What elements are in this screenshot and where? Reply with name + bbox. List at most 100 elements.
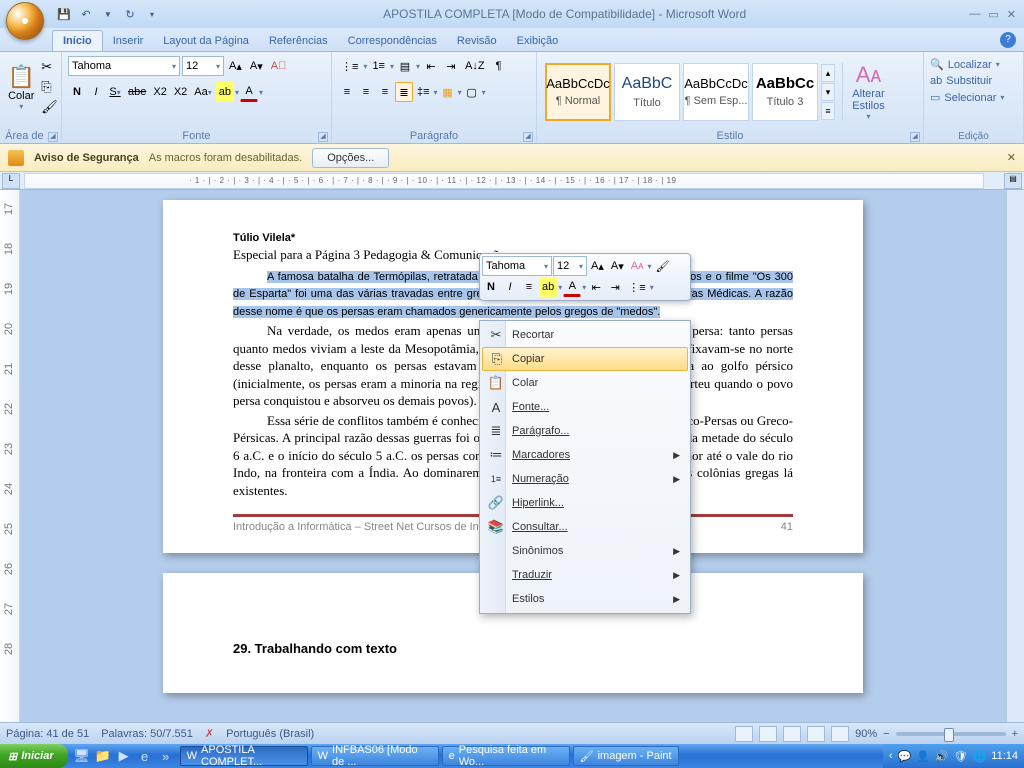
- zoom-level[interactable]: 90%: [855, 728, 877, 740]
- mini-dec-indent[interactable]: ⇤: [587, 277, 605, 297]
- dialog-launcher-icon[interactable]: ◢: [48, 132, 58, 142]
- copy-icon[interactable]: ⎘: [41, 79, 58, 95]
- view-web-layout[interactable]: [783, 726, 801, 742]
- minimize-button[interactable]: —: [969, 8, 980, 21]
- font-color-button[interactable]: A: [240, 82, 258, 102]
- office-button[interactable]: [6, 2, 44, 40]
- security-options-button[interactable]: Opções...: [312, 148, 389, 168]
- mini-font-color[interactable]: A: [563, 277, 581, 297]
- font-name-combo[interactable]: Tahoma▾: [68, 56, 180, 76]
- tab-correspondencias[interactable]: Correspondências: [338, 31, 447, 51]
- start-button[interactable]: ⊞Iniciar: [0, 744, 68, 768]
- multilevel-button[interactable]: ▤: [396, 56, 414, 76]
- security-close-icon[interactable]: ✕: [1007, 151, 1016, 164]
- tray-icon[interactable]: 🌐: [973, 750, 987, 763]
- tray-icon[interactable]: 🔊: [935, 750, 949, 763]
- undo-icon[interactable]: ↶: [78, 6, 94, 22]
- ctx-cut[interactable]: ✂Recortar: [482, 323, 688, 347]
- grow-font-icon[interactable]: A▴: [226, 56, 245, 76]
- mini-highlight[interactable]: ab: [539, 277, 557, 297]
- superscript-button[interactable]: X2: [171, 82, 190, 102]
- style-titulo3[interactable]: AaBbCcTítulo 3: [752, 63, 818, 121]
- dialog-launcher-icon[interactable]: ◢: [318, 132, 328, 142]
- mini-italic[interactable]: I: [501, 277, 519, 297]
- taskbar-item[interactable]: WINFBAS06 [Modo de ...: [311, 746, 439, 766]
- ctx-paste[interactable]: 📋Colar: [482, 371, 688, 395]
- mini-inc-indent[interactable]: ⇥: [606, 277, 624, 297]
- ql-media-icon[interactable]: ▶: [115, 747, 133, 765]
- ctx-font[interactable]: AFonte...: [482, 395, 688, 419]
- bullets-button[interactable]: ⋮≡: [338, 56, 361, 76]
- cut-icon[interactable]: ✂: [41, 59, 58, 75]
- ctx-lookup[interactable]: 📚Consultar...: [482, 515, 688, 539]
- subscript-button[interactable]: X2: [150, 82, 169, 102]
- mini-bold[interactable]: N: [482, 277, 500, 297]
- qat-menu-icon[interactable]: ▾: [144, 6, 160, 22]
- style-sem-esp[interactable]: AaBbCcDc¶ Sem Esp...: [683, 63, 749, 121]
- taskbar-item[interactable]: ePesquisa feita em Wo...: [442, 746, 570, 766]
- highlight-button[interactable]: ab: [216, 82, 234, 102]
- format-painter-icon[interactable]: 🖌: [41, 99, 58, 115]
- ql-more-icon[interactable]: »: [157, 747, 175, 765]
- status-page[interactable]: Página: 41 de 51: [6, 728, 89, 740]
- ql-desktop-icon[interactable]: 🖥: [73, 747, 91, 765]
- align-center-button[interactable]: ≡: [357, 82, 375, 102]
- ctx-styles[interactable]: Estilos▶: [482, 587, 688, 611]
- mini-painter-icon[interactable]: 🖌: [653, 256, 673, 276]
- increase-indent-button[interactable]: ⇥: [442, 56, 460, 76]
- tab-inserir[interactable]: Inserir: [103, 31, 154, 51]
- mini-grow-icon[interactable]: A▴: [588, 256, 607, 276]
- mini-size-combo[interactable]: 12▾: [553, 256, 587, 276]
- replace-button[interactable]: abSubstituir: [928, 73, 1019, 89]
- line-spacing-button[interactable]: ‡≡: [414, 82, 433, 102]
- tab-revisao[interactable]: Revisão: [447, 31, 507, 51]
- mini-bullets[interactable]: ⋮≡: [625, 277, 648, 297]
- qat-caret-icon[interactable]: ▼: [100, 6, 116, 22]
- clear-format-icon[interactable]: A⃠: [268, 56, 290, 76]
- close-button[interactable]: ✕: [1007, 8, 1016, 21]
- mini-styles-icon[interactable]: Aᴀ: [628, 256, 647, 276]
- styles-up-icon[interactable]: ▴: [821, 64, 835, 82]
- borders-button[interactable]: ▢: [463, 82, 481, 102]
- ctx-numbering[interactable]: 1≡Numeração▶: [482, 467, 688, 491]
- ruler-toggle[interactable]: ▤: [1004, 173, 1022, 189]
- restore-button[interactable]: ▭: [988, 8, 998, 21]
- ctx-synonyms[interactable]: Sinônimos▶: [482, 539, 688, 563]
- italic-button[interactable]: I: [87, 82, 105, 102]
- tab-selector[interactable]: L: [2, 173, 20, 189]
- tab-referencias[interactable]: Referências: [259, 31, 338, 51]
- tray-icon[interactable]: 🛡: [954, 750, 968, 763]
- select-button[interactable]: ▭Selecionar ▾: [928, 89, 1019, 106]
- ctx-bullets[interactable]: ≔Marcadores▶: [482, 443, 688, 467]
- status-language[interactable]: Português (Brasil): [226, 728, 314, 740]
- font-size-combo[interactable]: 12▾: [182, 56, 224, 76]
- ql-ie-icon[interactable]: e: [136, 747, 154, 765]
- ql-explorer-icon[interactable]: 📁: [94, 747, 112, 765]
- mini-font-combo[interactable]: Tahoma▾: [482, 256, 552, 276]
- tab-exibicao[interactable]: Exibição: [507, 31, 569, 51]
- zoom-out-icon[interactable]: −: [883, 728, 889, 740]
- style-normal[interactable]: AaBbCcDc¶ Normal: [545, 63, 611, 121]
- shrink-font-icon[interactable]: A▾: [247, 56, 266, 76]
- show-marks-button[interactable]: ¶: [490, 56, 508, 76]
- status-words[interactable]: Palavras: 50/7.551: [101, 728, 193, 740]
- tab-inicio[interactable]: Início: [52, 30, 103, 51]
- dialog-launcher-icon[interactable]: ◢: [910, 132, 920, 142]
- zoom-in-icon[interactable]: +: [1012, 728, 1018, 740]
- decrease-indent-button[interactable]: ⇤: [422, 56, 440, 76]
- style-titulo[interactable]: AaBbCTítulo: [614, 63, 680, 121]
- justify-button[interactable]: ≣: [395, 82, 413, 102]
- sort-button[interactable]: A↓Z: [462, 56, 488, 76]
- zoom-slider[interactable]: [896, 732, 1006, 736]
- ctx-paragraph[interactable]: ≣Parágrafo...: [482, 419, 688, 443]
- tray-icon[interactable]: 👤: [916, 750, 930, 763]
- ctx-hyperlink[interactable]: 🔗Hiperlink...: [482, 491, 688, 515]
- taskbar-item[interactable]: 🖌imagem - Paint: [573, 746, 679, 766]
- bold-button[interactable]: N: [68, 82, 86, 102]
- tray-clock[interactable]: 11:14: [991, 750, 1018, 762]
- help-icon[interactable]: ?: [1000, 32, 1016, 48]
- align-right-button[interactable]: ≡: [376, 82, 394, 102]
- styles-down-icon[interactable]: ▾: [821, 83, 835, 101]
- view-draft[interactable]: [831, 726, 849, 742]
- horizontal-ruler[interactable]: · 1 · | · 2 · | · 3 · | · 4 · | · 5 · | …: [24, 173, 984, 189]
